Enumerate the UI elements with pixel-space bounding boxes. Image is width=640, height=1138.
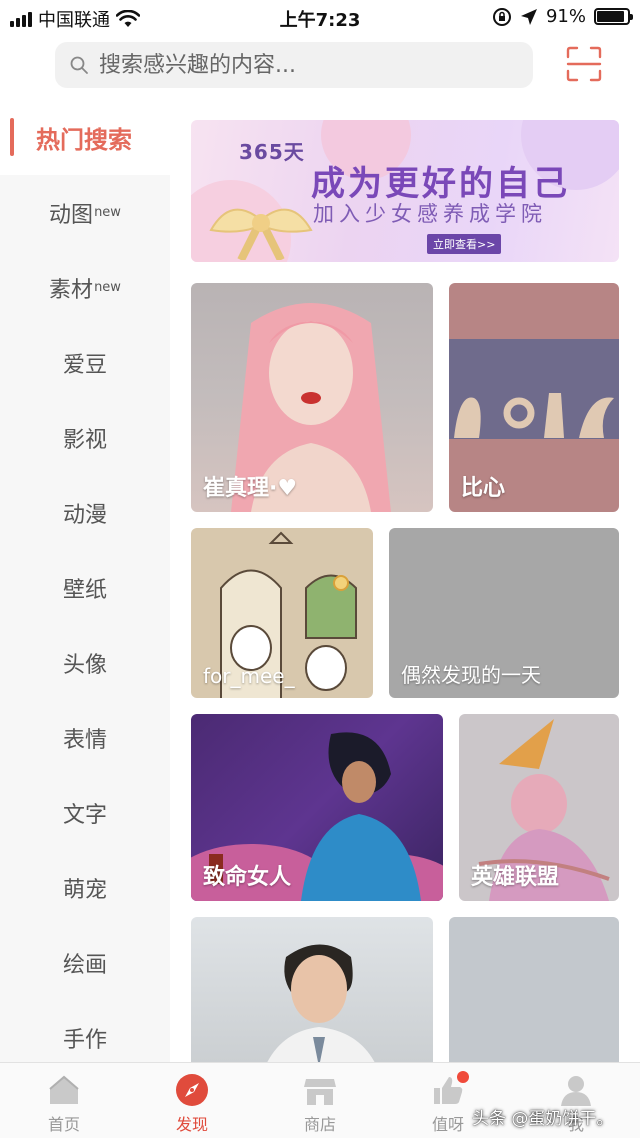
new-badge: new [94,205,121,220]
thumbs-up-icon-wrapper [431,1071,469,1107]
sidebar-item-label: 头像 [62,652,107,678]
compass-icon [176,1074,208,1106]
watermark: 头条 @蛋奶饼干。 [472,1109,614,1129]
tile-label: for_mee_ [203,664,295,688]
sidebar-item-gif[interactable]: 动图 new [0,175,170,250]
sidebar-item-emoji[interactable]: 表情 [0,700,170,775]
notification-dot [457,1071,469,1083]
home-icon [49,1075,79,1104]
topic-tile[interactable]: for_mee_ [191,528,373,698]
sidebar-item-label: 表情 [62,727,107,753]
sidebar-item-avatar[interactable]: 头像 [0,625,170,700]
new-badge: new [94,280,121,295]
topic-tile[interactable] [449,917,619,1062]
sidebar-item-wallpaper[interactable]: 壁纸 [0,550,170,625]
sidebar-item-idol[interactable]: 爱豆 [0,325,170,400]
sidebar-item-label: 动漫 [62,502,107,528]
promo-banner[interactable]: 365天 成为更好的自己 加入少女感养成学院 立即查看>> [191,120,619,262]
banner-subtitle: 加入少女感养成学院 [313,202,547,226]
topic-tile[interactable]: 崔真理·♥ [191,283,433,512]
tab-home[interactable]: 首页 [0,1063,128,1138]
search-bar[interactable] [55,42,533,88]
sidebar-item-label: 萌宠 [62,877,107,903]
sidebar-item-label: 爱豆 [62,352,107,378]
gift-bow-icon [209,208,313,260]
topic-tile[interactable]: 比心 [449,283,619,512]
banner-view-button[interactable]: 立即查看>> [427,234,502,254]
status-right: 91% [492,6,633,27]
battery-percent: 91% [545,6,586,27]
topic-tile[interactable]: 偶然发现的一天 [389,528,619,698]
sidebar-item-material[interactable]: 素材 new [0,250,170,325]
tab-label: 商店 [303,1115,336,1134]
sidebar-item-label: 素材 [49,277,94,303]
location-arrow-icon [520,8,537,25]
topic-tile[interactable] [191,917,433,1062]
content-area: 365天 成为更好的自己 加入少女感养成学院 立即查看>> 崔真理·♥ 比心 f… [170,100,640,1062]
tab-label: 首页 [47,1115,80,1134]
sidebar-item-label: 手作 [62,1027,107,1053]
battery-fill [597,11,625,22]
sidebar-item-label: 动图 [49,202,94,228]
category-sidebar: 热门搜索 动图 new 素材 new 爱豆 影视 动漫 壁纸 头像 表情 文字 萌宠… [0,100,170,1062]
sidebar-item-film[interactable]: 影视 [0,400,170,475]
tab-discover[interactable]: 发现 [128,1063,256,1138]
rotation-lock-icon [492,7,511,26]
sidebar-item-label: 壁纸 [62,577,107,603]
tile-label: 崔真理·♥ [203,476,298,501]
search-icon [70,56,88,74]
tile-label: 英雄联盟 [471,865,560,890]
tile-label: 比心 [461,476,506,501]
tab-label: 发现 [175,1115,208,1134]
tile-label: 偶然发现的一天 [401,663,541,687]
battery-icon [594,8,633,25]
hands-image [454,393,614,438]
topic-tile[interactable]: 英雄联盟 [459,714,619,901]
sidebar-item-hot-search[interactable]: 热门搜索 [0,100,170,175]
tab-store[interactable]: 商店 [256,1063,384,1138]
user-icon [561,1076,591,1106]
sidebar-item-pets[interactable]: 萌宠 [0,850,170,925]
tab-label: 值呀 [431,1115,464,1134]
sidebar-item-label: 绘画 [62,952,107,978]
sidebar-item-handmade[interactable]: 手作 [0,1000,170,1062]
sidebar-item-label: 文字 [62,802,107,828]
search-input[interactable] [99,52,479,78]
sidebar-item-drawing[interactable]: 绘画 [0,925,170,1000]
scan-icon[interactable] [566,46,602,82]
store-icon [304,1079,336,1105]
banner-days: 365天 [239,140,305,164]
status-bar: 中国联通 上午7:23 91% [0,0,640,34]
sidebar-item-text[interactable]: 文字 [0,775,170,850]
tile-label: 致命女人 [203,865,292,890]
sidebar-item-label: 热门搜索 [36,126,132,154]
topic-tile[interactable]: 致命女人 [191,714,443,901]
sidebar-item-label: 影视 [62,427,107,453]
portrait-image [267,944,375,1062]
sidebar-item-anime[interactable]: 动漫 [0,475,170,550]
